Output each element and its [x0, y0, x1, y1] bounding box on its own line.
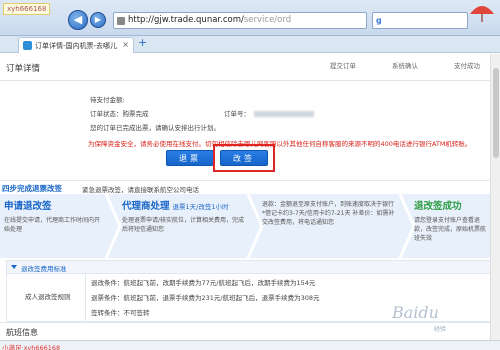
card-title: 申请退改签: [4, 201, 52, 212]
step-card-refund: 退款：金额退至原支付账户，到账速度取决于银行 *借记卡约3-7天/信用卡约7-2…: [262, 198, 398, 254]
caret-down-icon: [11, 265, 17, 269]
forward-button[interactable]: ▶: [90, 12, 106, 28]
rule-refund: 退票条件：航班起飞前，退票手续费为231元/航班起飞后，退票手续费为308元: [91, 294, 320, 302]
back-button[interactable]: ◀: [68, 10, 88, 30]
divider: [0, 80, 500, 81]
status-bar: 小满足·xyh666168: [0, 340, 500, 350]
amount-label: 待支付金额:: [90, 96, 125, 104]
qunar-favicon: [23, 41, 32, 50]
card-text: 退款：金额退至原支付账户，到账速度取决于银行 *借记卡约3-7天/信用卡约7-2…: [262, 201, 395, 226]
order-summary: 待支付金额: 订单状态：购票完成 订单号： 您的订单已完成出票，请确认安排出行计…: [0, 82, 500, 184]
tab-order-detail[interactable]: 订单详情-国内机票-去哪儿 ×: [18, 37, 134, 53]
step-confirm: 系统确认: [392, 62, 418, 70]
tab-strip: 订单详情-国内机票-去哪儿 × +: [0, 36, 500, 53]
guide-title: 四步完成退票改签: [2, 184, 62, 193]
order-number-redacted: [254, 111, 314, 117]
flight-info-title: 航班信息: [6, 328, 38, 337]
order-status: 订单状态：购票完成: [90, 108, 149, 118]
step-card-agent: 代理商处理 退票1天/改签1小时 处理退票申请/核实航位，计算相关费用，完成后将短…: [122, 198, 246, 254]
annotation-highlight-box: [213, 144, 275, 172]
baidu-watermark: Baidu 经验: [392, 303, 447, 333]
order-number-label: 订单号：: [224, 110, 250, 118]
umbrella-icon: [470, 6, 494, 22]
page-content: 订单详情 提交订单 系统确认 支付成功 待支付金额: 订单状态：购票完成 订单号…: [0, 54, 500, 340]
address-bar[interactable]: http://gjw.trade.qunar.com/service/ord: [113, 12, 367, 29]
rules-label: 成人退改签规则: [25, 293, 71, 301]
fee-rules-title: 退改签费用标准: [21, 265, 67, 273]
chevron-right-icon: [104, 194, 122, 258]
refund-button[interactable]: 退票: [166, 150, 214, 166]
search-input[interactable]: g: [372, 12, 468, 29]
divider: [85, 274, 86, 322]
url-text: http://gjw.trade.qunar.com/service/ord: [128, 15, 292, 25]
step-submit: 提交订单: [330, 62, 356, 70]
rule-transfer: 签转条件：不可签转: [91, 309, 150, 317]
scrollbar-thumb[interactable]: [493, 68, 499, 158]
rule-change: 退改条件：航班起飞前，改期手续费为77元/航班起飞后，改期手续费为154元: [91, 279, 316, 287]
page-title: 订单详情: [6, 64, 41, 74]
card-title: 退改签成功: [414, 201, 462, 212]
fee-rules-header[interactable]: 退改签费用标准: [7, 261, 493, 274]
watermark-label: xyh666168: [3, 3, 51, 15]
card-text: 在线提交申请，代理商工作时间内开始处理: [4, 217, 101, 233]
step-card-success: 退改签成功 请您登录支付账户查看退款，改签完成，原始机票航班失效: [414, 198, 490, 254]
close-tab-icon[interactable]: ×: [122, 40, 129, 49]
browser-titlebar: xyh666168 ◀ ▶ http://gjw.trade.qunar.com…: [0, 0, 500, 36]
card-title: 代理商处理 退票1天/改签1小时: [122, 201, 229, 212]
card-text: 处理退票申请/核实航位，计算相关费用，完成后将短信通知您: [122, 217, 245, 233]
order-number: 订单号：: [224, 108, 314, 118]
refund-guide-bar: 四步完成退票改签 紧急退票改签，请直接联系航空公司电话: [0, 180, 500, 194]
flight-info-section: 航班信息: [0, 322, 500, 340]
status-value: 购票完成: [122, 110, 149, 118]
page-scrollbar[interactable]: [490, 54, 500, 340]
step-paid: 支付成功: [454, 62, 480, 70]
refund-steps: 申请退改签 在线提交申请，代理商工作时间内开始处理 代理商处理 退票1天/改签1小…: [0, 194, 500, 258]
status-watermark: 小满足·xyh666168: [2, 344, 61, 350]
google-icon: g: [376, 16, 382, 25]
tab-title: 订单详情-国内机票-去哪儿: [35, 42, 118, 50]
status-label: 订单状态：: [90, 110, 123, 118]
step-card-apply: 申请退改签 在线提交申请，代理商工作时间内开始处理: [4, 198, 104, 254]
guide-subtitle: 紧急退票改签，请直接联系航空公司电话: [82, 186, 199, 194]
card-text: 请您登录支付账户查看退款，改签完成，原始机票航班失效: [414, 217, 487, 242]
order-note: 您的订单已完成出票，请确认安排出行计划。: [90, 124, 220, 132]
new-tab-icon[interactable]: +: [138, 36, 147, 49]
page-icon: [117, 17, 125, 25]
security-warning: 为保障资金安全，请务必使用在线支付。切勿相信除去哪儿网客服以外其他任何自称客服的…: [88, 140, 472, 148]
